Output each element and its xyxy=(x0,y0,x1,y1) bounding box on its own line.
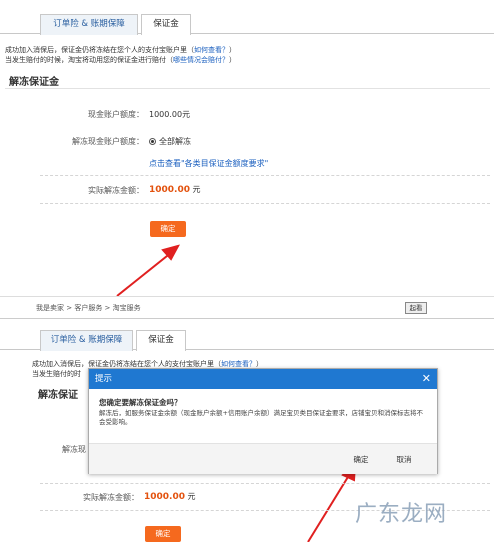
actual-amount-value: 1000.00 xyxy=(144,492,185,502)
section-separator xyxy=(0,296,494,297)
close-icon[interactable]: ✕ xyxy=(422,369,431,389)
bottom-tab-bar: 订单险 & 账期保障 保证金 xyxy=(0,326,494,351)
dialog-footer: 确定 取消 xyxy=(89,443,437,474)
unfreeze-label: 解冻现 xyxy=(62,445,86,454)
breadcrumb: 我是卖家 > 客户服务 > 淘宝服务 xyxy=(36,304,141,312)
dialog-description: 解冻后，如服务保证金余额（现金账户余额+信用账户余额）满足宝贝类目保证金要求，店… xyxy=(99,409,423,426)
dialog-question: 您确定要解冻保证金吗？ xyxy=(99,398,182,407)
arrow-line-top xyxy=(116,251,173,297)
tab-deposit[interactable]: 保证金 xyxy=(136,330,186,351)
confirm-button[interactable]: 确定 xyxy=(145,526,181,542)
dialog-header: 提示 ✕ xyxy=(89,369,437,389)
actual-label: 实际解冻金额： xyxy=(83,493,139,502)
watermark: 广东龙网 xyxy=(355,502,448,527)
search-button[interactable]: 起看 xyxy=(405,302,427,314)
dialog-title: 提示 xyxy=(95,374,113,384)
notice-line-2: 当发生赔付的时 xyxy=(32,370,81,378)
notice-text: 成功加入消保后，保证金仍将冻结在您个人的支付宝账户里（ xyxy=(32,360,221,368)
section-title: 解冻保证 xyxy=(38,390,78,401)
divider xyxy=(0,318,494,319)
tab-order-insurance[interactable]: 订单险 & 账期保障 xyxy=(40,330,133,351)
actual-amount-unit: 元 xyxy=(187,492,196,501)
confirm-dialog: 提示 ✕ 您确定要解冻保证金吗？ 解冻后，如服务保证金余额（现金账户余额+信用账… xyxy=(88,368,438,474)
actual-amount: 1000.00 元 xyxy=(144,491,196,502)
dialog-ok-button[interactable]: 确定 xyxy=(341,452,381,468)
divider-dashed xyxy=(40,483,490,484)
notice-text: ） xyxy=(256,360,263,368)
dialog-cancel-button[interactable]: 取消 xyxy=(384,452,424,468)
how-to-check-link[interactable]: 如何查看？ xyxy=(221,360,256,368)
